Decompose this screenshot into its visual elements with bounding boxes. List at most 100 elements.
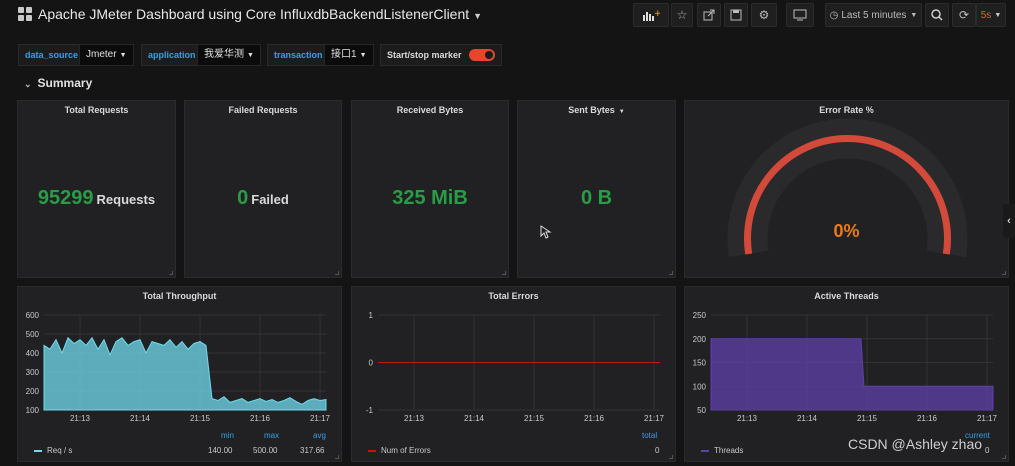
variable-select-application[interactable]: 我爱华测 ▼ (197, 44, 261, 66)
dashboard-title[interactable]: Apache JMeter Dashboard using Core Influ… (38, 6, 482, 22)
resize-handle[interactable] (1002, 271, 1006, 275)
watermark: CSDN @Ashley zhao (848, 436, 983, 452)
panel-total-errors: Total Errors -1 0 1 21:13 21:14 21:15 21:16 21:… (351, 286, 676, 462)
row-summary-title: Summary (37, 76, 93, 90)
x-tick-label: 21:15 (524, 414, 545, 423)
variable-label-application: application (141, 44, 203, 66)
zoom-out-button[interactable] (925, 3, 949, 27)
variable-select-data-source[interactable]: Jmeter ▼ (79, 44, 134, 66)
resize-handle[interactable] (669, 271, 673, 275)
legend-avg-value: 317.66 (300, 446, 325, 455)
resize-handle[interactable] (1002, 455, 1006, 459)
legend-header-total: total (642, 431, 658, 440)
bar-chart-add-icon: + (643, 9, 660, 21)
legend-header-min: min (221, 431, 234, 440)
chevron-left-icon[interactable]: ‹ (1003, 204, 1015, 238)
series-area-req-s (43, 336, 327, 411)
dashboard-grid-icon[interactable] (18, 7, 32, 21)
time-range-label: Last 5 minutes (841, 9, 907, 21)
caret-down-icon: ▼ (359, 52, 367, 59)
resize-handle[interactable] (335, 455, 339, 459)
panel-title[interactable]: Sent Bytes ▼ (518, 105, 675, 115)
panel-received-bytes: Received Bytes 325 MiB (351, 100, 509, 278)
errors-chart[interactable]: -1 0 1 21:13 21:14 21:15 21:16 21:17 (352, 287, 677, 463)
x-tick-label: 21:14 (130, 414, 151, 423)
share-button[interactable] (697, 3, 721, 27)
refresh-interval-label: 5s (980, 9, 992, 21)
y-tick-label: 250 (693, 311, 707, 320)
error-rate-gauge (727, 118, 968, 258)
time-picker-button[interactable]: ◷ Last 5 minutes ▼ (825, 3, 922, 27)
total-requests-unit: Requests (96, 192, 156, 207)
x-tick-label: 21:16 (917, 414, 938, 423)
star-icon: ☆ (676, 8, 688, 22)
legend-min-value: 140.00 (208, 446, 233, 455)
legend-item-num-of-errors[interactable]: Num of Errors (368, 446, 431, 455)
x-tick-label: 21:15 (190, 414, 211, 423)
panel-title[interactable]: Failed Requests (185, 105, 341, 115)
panel-title[interactable]: Received Bytes (352, 105, 508, 115)
caret-down-icon: ▼ (247, 52, 254, 59)
save-icon (730, 9, 742, 21)
legend-current-value: 0 (985, 446, 990, 455)
monitor-icon (793, 9, 807, 21)
gear-icon: ⚙ (758, 8, 770, 22)
chevron-down-icon: ▼ (618, 109, 625, 115)
panel-total-requests: Total Requests 95299 Requests (17, 100, 176, 278)
series-area-threads (710, 338, 994, 411)
caret-down-icon: ▼ (119, 52, 127, 59)
resize-handle[interactable] (502, 271, 506, 275)
mouse-cursor-icon (540, 225, 552, 239)
y-tick-label: 0 (369, 359, 374, 368)
chevron-down-icon: ▼ (910, 11, 918, 19)
chevron-down-icon: ▼ (473, 11, 483, 21)
y-tick-label: 500 (26, 330, 40, 339)
resize-handle[interactable] (169, 271, 173, 275)
refresh-interval-picker[interactable]: 5s ▼ (976, 3, 1006, 27)
error-rate-value: 0% (833, 221, 860, 241)
y-tick-label: 100 (693, 382, 707, 391)
y-tick-label: 100 (26, 406, 40, 415)
y-tick-label: 150 (693, 359, 707, 368)
start-stop-marker-toggle[interactable] (469, 49, 495, 61)
variable-label-transaction: transaction (267, 44, 330, 66)
x-tick-label: 21:14 (797, 414, 818, 423)
legend-header-avg: avg (313, 431, 326, 440)
legend-item-threads[interactable]: Threads (701, 446, 743, 455)
share-icon (703, 9, 715, 21)
variable-select-transaction[interactable]: 接口1 ▼ (324, 44, 374, 66)
x-tick-label: 21:13 (70, 414, 91, 423)
star-button[interactable]: ☆ (671, 3, 693, 27)
y-tick-label: 200 (26, 387, 40, 396)
y-tick-label: 600 (26, 311, 40, 320)
throughput-chart[interactable]: 100 200 300 400 500 600 21:13 21:14 21:15 21:16 21… (18, 287, 343, 463)
x-tick-label: 21:17 (644, 414, 665, 423)
row-summary[interactable]: ⌄ Summary (24, 76, 92, 90)
x-tick-label: 21:14 (464, 414, 485, 423)
legend-total-value: 0 (655, 446, 660, 455)
refresh-button[interactable]: ⟳ (952, 3, 976, 27)
y-tick-label: 300 (26, 368, 40, 377)
refresh-icon: ⟳ (958, 8, 970, 22)
resize-handle[interactable] (669, 455, 673, 459)
panel-error-rate: Error Rate % 0% (684, 100, 1009, 278)
variable-label-data-source: data_source (18, 44, 86, 66)
resize-handle[interactable] (335, 271, 339, 275)
top-navbar: Apache JMeter Dashboard using Core Influ… (0, 0, 1015, 30)
legend-max-value: 500.00 (253, 446, 278, 455)
x-tick-label: 21:15 (857, 414, 878, 423)
legend-item-req-s[interactable]: Req / s (34, 446, 72, 455)
panel-title[interactable]: Total Requests (18, 105, 175, 115)
save-button[interactable] (724, 3, 748, 27)
x-tick-label: 21:16 (250, 414, 271, 423)
x-tick-label: 21:17 (310, 414, 331, 423)
sent-bytes-value: 0 B (580, 187, 613, 209)
chevron-down-icon: ▼ (994, 11, 1002, 19)
y-tick-label: 200 (693, 335, 707, 344)
panel-total-throughput: Total Throughput 100 200 300 400 500 600 21:13… (17, 286, 342, 462)
tv-mode-button[interactable] (786, 3, 814, 27)
add-panel-button[interactable]: + (633, 3, 669, 27)
y-tick-label: -1 (366, 406, 374, 415)
settings-button[interactable]: ⚙ (751, 3, 777, 27)
failed-requests-unit: Failed (251, 192, 289, 207)
